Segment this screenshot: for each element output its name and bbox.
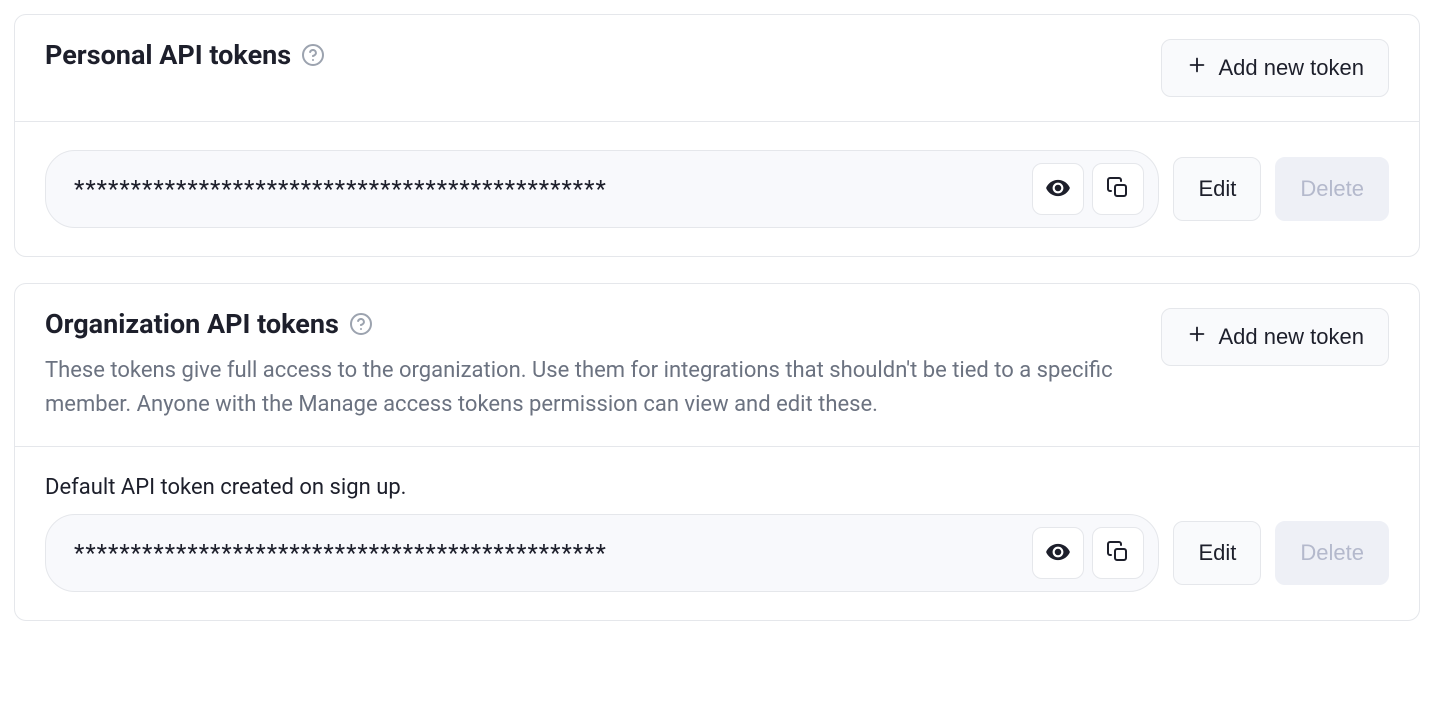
reveal-token-button[interactable] [1032, 527, 1084, 579]
edit-button[interactable]: Edit [1173, 521, 1261, 585]
copy-token-button[interactable] [1092, 163, 1144, 215]
organization-tokens-section: Organization API tokens These tokens giv… [14, 283, 1420, 621]
edit-button[interactable]: Edit [1173, 157, 1261, 221]
organization-tokens-description: These tokens give full access to the org… [45, 354, 1161, 422]
organization-tokens-body: Default API token created on sign up. **… [15, 446, 1419, 620]
personal-tokens-header: Personal API tokens Add new token [15, 15, 1419, 121]
token-row: ****************************************… [45, 514, 1389, 592]
copy-icon [1106, 540, 1130, 567]
help-icon[interactable] [301, 43, 325, 67]
add-personal-token-label: Add new token [1218, 55, 1364, 81]
reveal-token-button[interactable] [1032, 163, 1084, 215]
token-value: ****************************************… [74, 175, 1024, 203]
copy-icon [1106, 176, 1130, 203]
help-icon[interactable] [349, 312, 373, 336]
token-field: ****************************************… [45, 150, 1159, 228]
eye-icon [1045, 175, 1071, 204]
token-field: ****************************************… [45, 514, 1159, 592]
plus-icon [1186, 323, 1208, 351]
personal-tokens-title: Personal API tokens [45, 39, 291, 71]
personal-tokens-body: ****************************************… [15, 121, 1419, 256]
organization-tokens-header: Organization API tokens These tokens giv… [15, 284, 1419, 446]
personal-tokens-section: Personal API tokens Add new token [14, 14, 1420, 257]
plus-icon [1186, 54, 1208, 82]
token-label: Default API token created on sign up. [45, 475, 1389, 500]
delete-button: Delete [1275, 157, 1389, 221]
token-row: ****************************************… [45, 150, 1389, 228]
add-organization-token-button[interactable]: Add new token [1161, 308, 1389, 366]
add-personal-token-button[interactable]: Add new token [1161, 39, 1389, 97]
add-organization-token-label: Add new token [1218, 324, 1364, 350]
eye-icon [1045, 539, 1071, 568]
organization-tokens-title: Organization API tokens [45, 308, 339, 340]
token-value: ****************************************… [74, 539, 1024, 567]
copy-token-button[interactable] [1092, 527, 1144, 579]
delete-button: Delete [1275, 521, 1389, 585]
